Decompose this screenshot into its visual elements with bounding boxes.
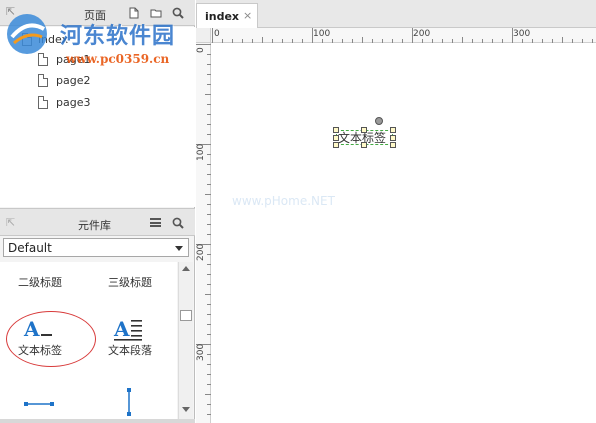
widget-label: 三级标题 — [108, 276, 152, 289]
widget-label: 二级标题 — [18, 276, 62, 289]
page-icon — [38, 74, 48, 87]
resize-handle[interactable] — [390, 127, 396, 133]
widget-vertical-line[interactable] — [90, 388, 170, 418]
resize-handle[interactable] — [333, 135, 339, 141]
page-label: index — [38, 33, 69, 46]
page-item-page2[interactable]: page2 — [0, 72, 190, 90]
ruler-label: 200 — [413, 29, 431, 39]
ruler-label: 100 — [196, 143, 206, 161]
ruler-label: 200 — [196, 243, 206, 261]
page-item-page1[interactable]: page1 — [0, 51, 190, 69]
rotate-handle[interactable] — [375, 117, 383, 125]
page-icon — [38, 96, 48, 109]
collapse-icon[interactable]: ⇱ — [6, 216, 15, 229]
search-icon[interactable] — [172, 217, 184, 229]
scroll-thumb[interactable] — [180, 310, 192, 321]
collapse-icon[interactable]: ⇱ — [6, 6, 18, 18]
horizontal-line-icon — [24, 402, 54, 406]
library-panel-header: ⇱ 元件库 — [0, 208, 195, 236]
resize-handle[interactable] — [390, 135, 396, 141]
widget-heading3[interactable]: 三级标题 — [90, 274, 170, 290]
page-item-page3[interactable]: page3 — [0, 94, 190, 112]
design-canvas[interactable] — [212, 44, 596, 423]
ruler-ticks-h — [212, 28, 593, 43]
resize-handle[interactable] — [333, 142, 339, 148]
pages-tree: index page1 page2 page3 — [0, 27, 195, 207]
horizontal-ruler: 0 100 200 300 — [196, 28, 596, 43]
page-label: page3 — [56, 96, 91, 109]
ruler-label: 300 — [513, 29, 531, 39]
resize-handle[interactable] — [361, 142, 367, 148]
ruler-corner — [196, 28, 211, 43]
text-paragraph-icon: A — [90, 312, 170, 342]
pages-panel-title: 页面 — [84, 9, 106, 22]
page-label: page2 — [56, 74, 91, 87]
vertical-ruler: 0 100 200 300 — [196, 43, 211, 423]
ruler-ticks-v — [196, 44, 211, 415]
page-icon — [22, 33, 32, 46]
close-icon[interactable]: × — [243, 9, 252, 22]
scroll-down-icon[interactable] — [182, 407, 190, 412]
widget-horizontal-line[interactable] — [0, 388, 80, 418]
library-select[interactable]: Default — [3, 238, 189, 257]
menu-icon[interactable] — [150, 218, 161, 227]
chevron-down-icon — [175, 246, 183, 251]
library-panel-title: 元件库 — [78, 219, 111, 232]
widget-grid-scrollbar[interactable] — [178, 262, 193, 419]
library-select-value: Default — [8, 241, 52, 255]
page-label: page1 — [56, 53, 91, 66]
widget-label: 文本段落 — [108, 344, 152, 357]
pages-panel-header: ⇱ 页面 — [0, 0, 195, 26]
ruler-label: 100 — [313, 29, 331, 39]
tab-index[interactable]: index × — [196, 3, 258, 29]
resize-handle[interactable] — [361, 127, 367, 133]
canvas-watermark: www.pHome.NET — [232, 194, 335, 208]
ruler-label: 300 — [196, 343, 206, 361]
svg-text:A: A — [113, 317, 130, 341]
ruler-label: 0 — [196, 47, 206, 53]
widget-text-paragraph[interactable]: A 文本段落 — [90, 312, 170, 358]
widget-heading2[interactable]: 二级标题 — [0, 274, 80, 290]
scroll-up-icon[interactable] — [182, 266, 190, 271]
left-panel: ⇱ 页面 index page1 page2 page3 ⇱ 元件库 Defau… — [0, 0, 195, 423]
panel-bottom-edge — [0, 419, 195, 423]
resize-handle[interactable] — [390, 142, 396, 148]
annotation-circle — [6, 311, 96, 367]
editor-tab-bar: index × — [196, 0, 596, 29]
add-page-icon[interactable] — [128, 7, 140, 19]
ruler-label: 0 — [214, 29, 220, 39]
tab-label: index — [205, 10, 240, 23]
page-item-index[interactable]: index — [0, 31, 190, 49]
page-icon — [38, 53, 48, 66]
vertical-line-icon — [127, 388, 131, 416]
add-folder-icon[interactable] — [150, 7, 162, 19]
resize-handle[interactable] — [333, 127, 339, 133]
search-icon[interactable] — [172, 7, 184, 19]
